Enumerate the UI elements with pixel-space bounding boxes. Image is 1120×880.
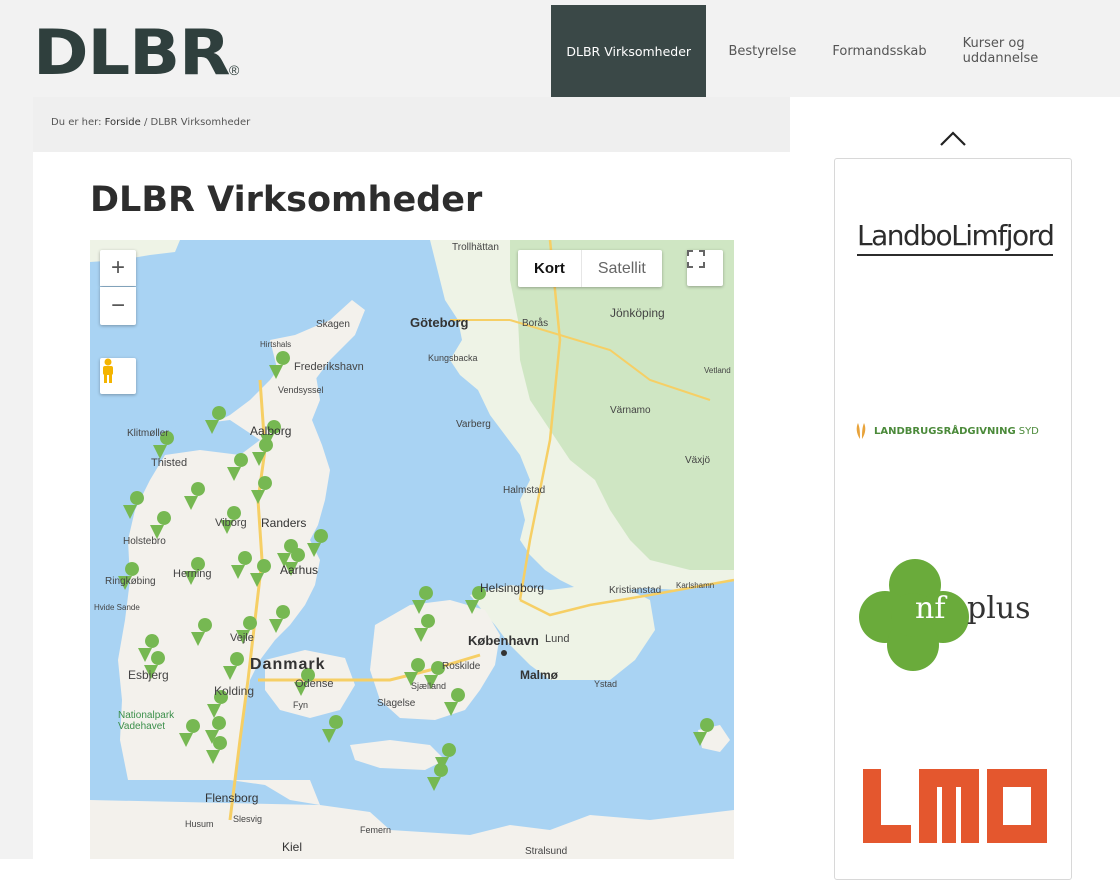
map-label: Karlshamn [676,581,715,590]
map-label: Sjælland [411,681,447,691]
map-label: Varberg [456,419,491,430]
zoom-out-button[interactable]: − [100,287,136,325]
map-canvas[interactable] [90,240,734,859]
map-label: Vetland [704,366,731,375]
map-label: Trollhättan [452,242,499,253]
map-label: Hirtshals [260,340,292,349]
map-label: Slesvig [233,814,263,824]
nav-item-formandsskab[interactable]: Formandsskab [814,5,944,97]
map-label: Viborg [215,517,247,529]
page-title: DLBR Virksomheder [90,180,483,220]
zoom-in-button[interactable]: + [100,250,136,286]
logo-landbo-limfjord-text: LandboLimfjord [857,219,1055,256]
member-logos-carousel: LandboLimfjord LANDBRUGSRÅDGIVNING SYD n… [834,158,1072,880]
map-label: Hvide Sande [94,603,140,612]
left-gutter [0,97,33,859]
map-widget[interactable]: Trollhättan Göteborg Borås Jönköping Ska… [90,240,734,859]
main-nav: DLBR Virksomheder Bestyrelse Formandsska… [551,5,1120,97]
street-view-pegman-icon[interactable] [100,358,136,394]
logo-nf-plus[interactable]: nf plus [855,557,1055,673]
map-label: Värnamo [610,405,651,416]
map-label: Kristianstad [609,585,662,596]
fullscreen-button[interactable] [687,250,723,286]
logo-lmo[interactable] [863,769,1047,843]
map-label: Malmø [520,668,559,682]
map-label: Frederikshavn [294,361,364,373]
wheat-icon [856,423,866,439]
breadcrumb-home-link[interactable]: Forside [105,117,141,128]
map-label: København [468,633,539,648]
map-label: Helsingborg [480,581,545,595]
map-label: Göteborg [410,315,469,330]
map-label: Ystad [594,679,618,689]
logo-plus-text: plus [967,591,1031,626]
logo-landbo-limfjord[interactable]: LandboLimfjord [857,219,1055,256]
map-label: Kiel [282,840,303,854]
map-label: Odense [295,678,334,690]
lmo-logo-mark [863,769,1047,843]
map-label: Lund [545,633,570,645]
dlbr-logo[interactable]: DLBR ® [33,14,239,84]
breadcrumb-separator: / [143,117,148,128]
map-label: Vejle [230,632,254,644]
map-label: Flensborg [205,791,259,805]
map-label: Kungsbacka [428,353,478,363]
map-label: Fyn [293,700,309,710]
map-label: Halmstad [503,485,546,496]
logo-text: DLBR [33,16,231,89]
nav-item-dlbr-virksomheder[interactable]: DLBR Virksomheder [551,5,707,97]
logo-landbrugsraadgivning-suffix: SYD [1018,425,1039,437]
map-label: Klitmøller [127,428,169,439]
map-label: Jönköping [610,306,665,320]
map-label: Växjö [685,455,711,466]
logo-nf-text: nf [915,591,946,626]
map-label: Danmark [250,656,326,673]
fullscreen-icon [687,250,705,268]
map-label: Vendsyssel [278,385,324,395]
map-label: Kolding [214,684,255,698]
breadcrumb: Du er her: Forside / DLBR Virksomheder [51,117,250,128]
breadcrumb-prefix: Du er her: [51,117,102,128]
map-label: Esbjerg [128,668,169,682]
map-label: Nationalpark Vadehavet [118,710,175,732]
map-label: Herning [173,568,212,580]
logo-landbrugsraadgivning-syd[interactable]: LANDBRUGSRÅDGIVNING SYD [855,423,1055,439]
map-label: Slagelse [377,698,416,709]
logo-landbrugsraadgivning-text: LANDBRUGSRÅDGIVNING [874,425,1016,437]
breadcrumb-current: DLBR Virksomheder [150,117,251,128]
map-type-kort-button[interactable]: Kort [518,250,581,287]
nav-item-kurser-og-uddannelse[interactable]: Kurser og uddannelse [945,5,1120,97]
map-label: Roskilde [442,661,481,672]
map-label: Ringkøbing [105,576,156,587]
logo-registered-mark: ® [228,62,240,78]
top-header: DLBR ® DLBR Virksomheder Bestyrelse Form… [0,0,1120,97]
pegman-icon [103,358,113,383]
map-label: Thisted [151,457,188,469]
map-label: Holstebro [123,536,166,547]
map-type-toggle: Kort Satellit [518,250,662,287]
map-type-satellit-button[interactable]: Satellit [580,250,662,287]
nav-item-bestyrelse[interactable]: Bestyrelse [706,5,814,97]
chevron-up-icon[interactable] [938,128,968,150]
map-label: Randers [261,516,307,530]
map-label: Skagen [316,319,350,330]
map-label: Aarhus [280,563,319,577]
map-label: Borås [522,318,549,329]
map-label: Husum [185,819,214,829]
breadcrumb-bar: Du er her: Forside / DLBR Virksomheder [33,97,790,152]
map-label: Aalborg [250,424,292,438]
map-label: Stralsund [525,846,568,857]
map-label: Femern [360,825,392,835]
